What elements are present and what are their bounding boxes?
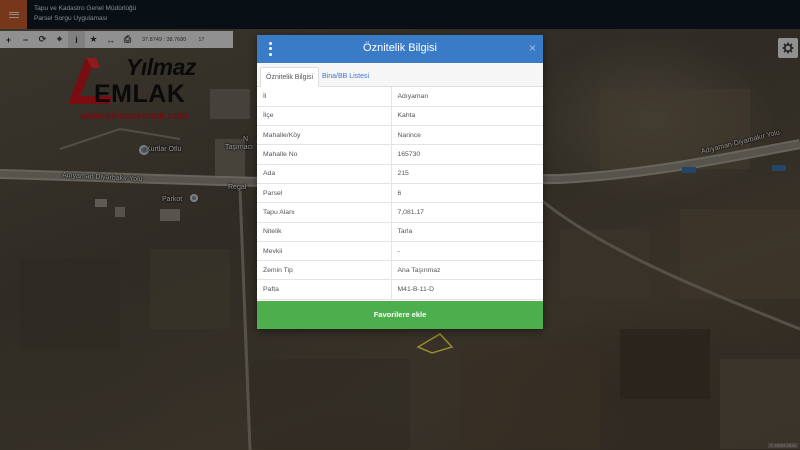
attr-key: Mahalle No: [257, 144, 391, 165]
attr-key: Pafta: [257, 279, 391, 300]
attr-value: 6: [390, 183, 543, 204]
attr-key: Mevkii: [257, 241, 391, 262]
attr-value: 215: [390, 164, 543, 184]
table-row: Tapu Alanı 7,081.17: [257, 202, 543, 223]
table-row: Mevkii -: [257, 241, 543, 262]
attr-value: Narince: [390, 125, 543, 146]
table-row: Ada 215: [257, 164, 543, 184]
attr-key: İlçe: [257, 106, 391, 127]
attr-value: 7,081.17: [390, 202, 543, 223]
dialog-header: Öznitelik Bilgisi ×: [257, 35, 543, 63]
attribute-table: İl Adıyaman İlçe Kahta Mahalle/Köy Narince …: [257, 87, 543, 300]
table-row: Mahalle/Köy Narince: [257, 125, 543, 146]
attr-key: Parsel: [257, 183, 391, 204]
attr-key: İl: [257, 87, 391, 107]
attr-value: Ana Taşınmaz: [390, 260, 543, 281]
table-row: Parsel 6: [257, 183, 543, 204]
attr-value: Tarla: [390, 222, 543, 242]
attr-value: -: [390, 241, 543, 262]
dialog-tabs: Öznitelik Bilgisi Bina/BB Listesi: [257, 63, 543, 87]
table-row: İl Adıyaman: [257, 87, 543, 107]
attr-key: Mahalle/Köy: [257, 125, 391, 146]
tab-building-list[interactable]: Bina/BB Listesi: [317, 67, 374, 87]
attribute-dialog: Öznitelik Bilgisi × Öznitelik Bilgisi Bi…: [257, 35, 543, 329]
table-row: Mahalle No 165730: [257, 144, 543, 165]
attr-value: Adıyaman: [390, 87, 543, 107]
table-row: Nitelik Tarla: [257, 222, 543, 242]
attr-value: Kahta: [390, 106, 543, 127]
table-row: Pafta M41-B-11-D: [257, 279, 543, 300]
attr-value: 165730: [390, 144, 543, 165]
tab-attribute-info[interactable]: Öznitelik Bilgisi: [260, 67, 320, 87]
attr-key: Zemin Tip: [257, 260, 391, 281]
attr-key: Tapu Alanı: [257, 202, 391, 223]
add-favorite-button[interactable]: Favorilere ekle: [257, 301, 543, 329]
attr-value: M41-B-11-D: [390, 279, 543, 300]
dialog-title: Öznitelik Bilgisi: [363, 42, 437, 54]
close-icon[interactable]: ×: [529, 41, 536, 55]
table-row: Zemin Tip Ana Taşınmaz: [257, 260, 543, 281]
attr-key: Ada: [257, 164, 391, 184]
attr-key: Nitelik: [257, 222, 391, 242]
table-row: İlçe Kahta: [257, 106, 543, 127]
